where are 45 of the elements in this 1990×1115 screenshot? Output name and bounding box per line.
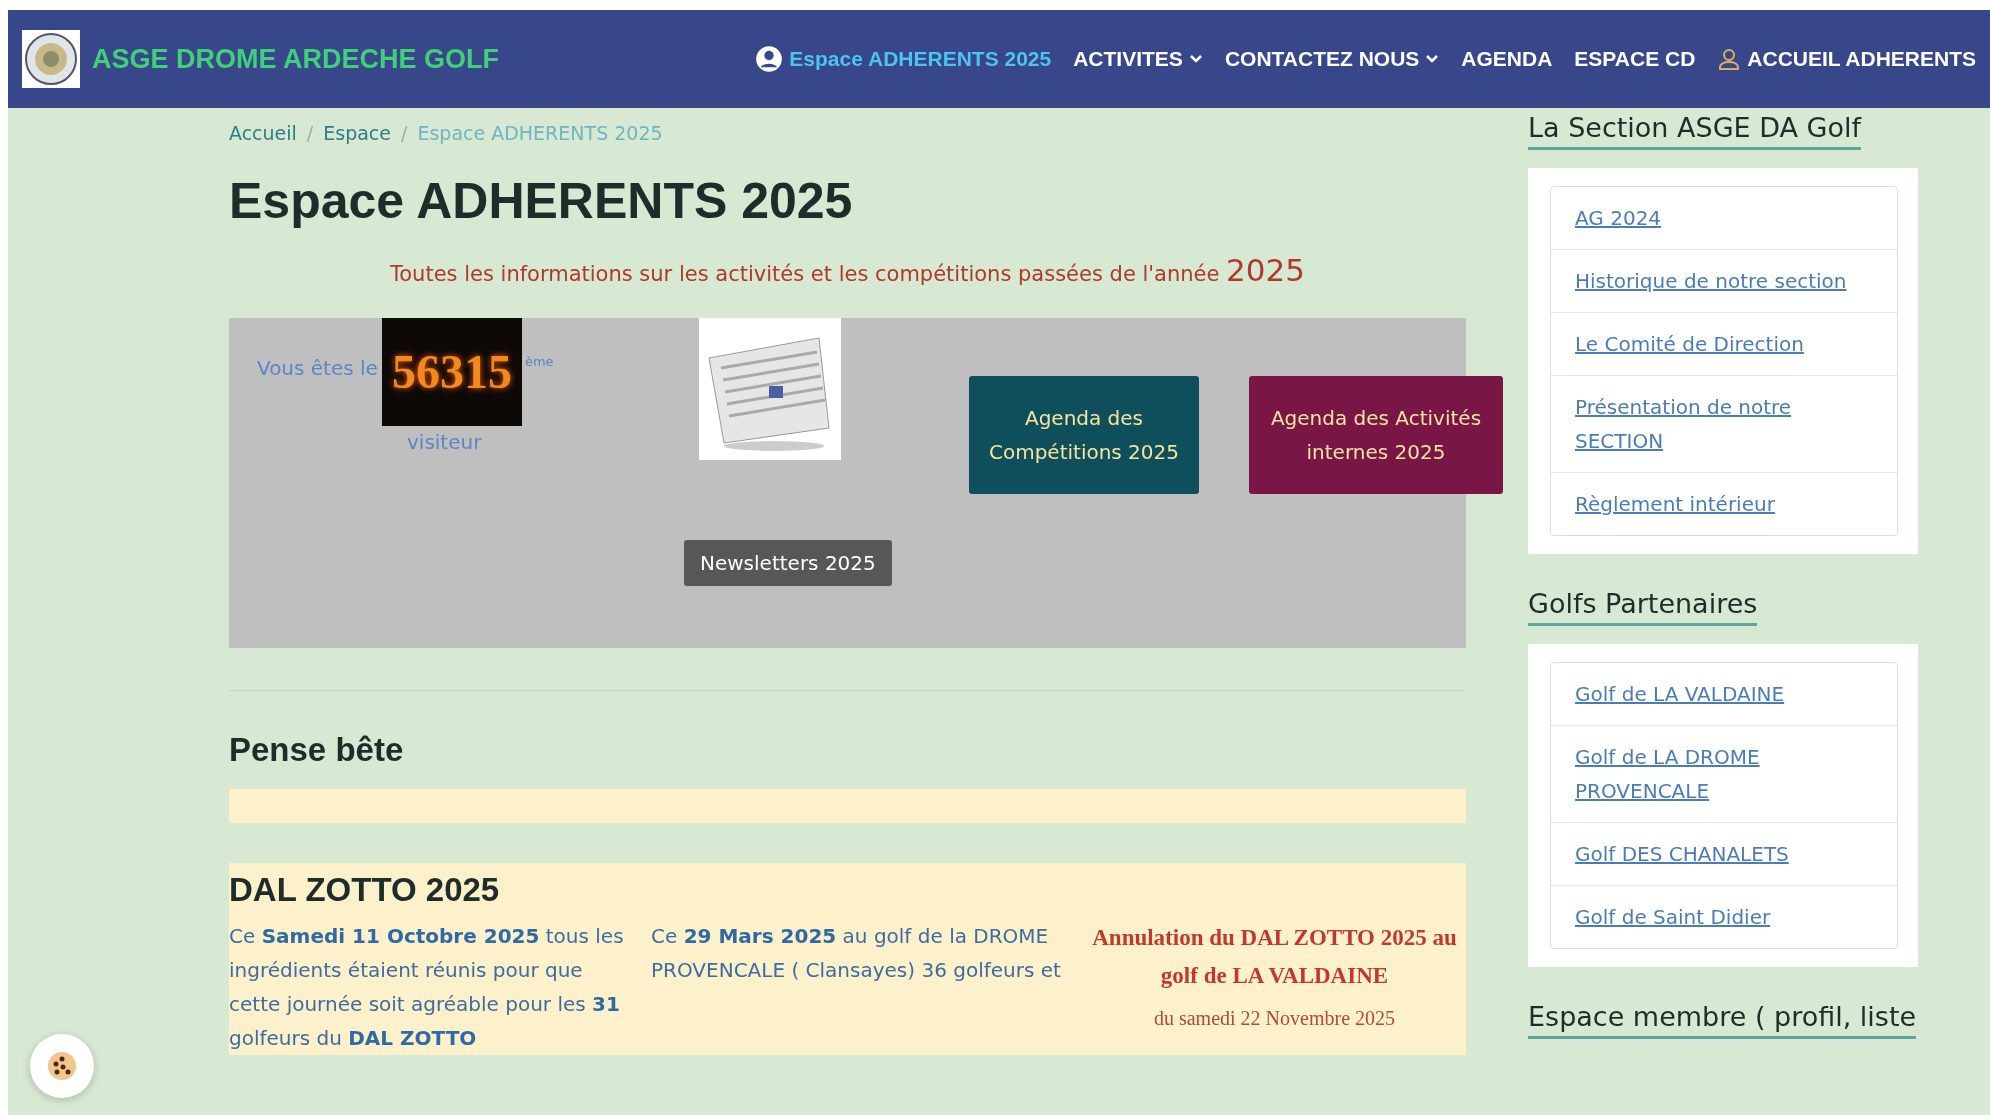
- club-logo[interactable]: [22, 30, 80, 88]
- sidebar-heading: La Section ASGE DA Golf: [1528, 112, 1862, 150]
- sidebar-link[interactable]: Golf DES CHANALETS: [1551, 822, 1897, 885]
- agenda-button[interactable]: Agenda des Compétitions 2025: [969, 376, 1199, 494]
- user-icon: [1717, 46, 1742, 72]
- counter-label: visiteur: [407, 430, 483, 454]
- breadcrumb-link[interactable]: Espace: [323, 122, 391, 144]
- news-paragraph: Ce 29 Mars 2025 au golf de la DROME PROVENCALE ( Clansayes) 36 golfeurs et: [651, 923, 1061, 984]
- newsletters-button[interactable]: Newsletters 2025: [684, 540, 892, 586]
- newspaper-picture[interactable]: [699, 318, 841, 460]
- nav-link[interactable]: ESPACE CD: [1574, 47, 1696, 71]
- sidebar-link[interactable]: Le Comité de Direction: [1551, 312, 1897, 375]
- sidebar-heading: Golfs Partenaires: [1528, 588, 1758, 626]
- nav-link[interactable]: Espace ADHERENTS 2025: [755, 45, 1052, 73]
- user-circle-icon: [755, 45, 784, 73]
- sidebar-link[interactable]: Golf de LA DROME PROVENCALE: [1551, 725, 1897, 822]
- sidebar-link[interactable]: Règlement intérieur: [1551, 472, 1897, 535]
- nav-link[interactable]: ACCUEIL ADHERENTS: [1717, 46, 1976, 72]
- sidebar-link[interactable]: Historique de notre section: [1551, 249, 1897, 312]
- visitor-counter: 56315: [381, 318, 522, 426]
- sidebar-link[interactable]: Présentation de notre SECTION: [1551, 375, 1897, 472]
- chevron-down-icon: [1425, 54, 1440, 64]
- cancellation-date: du samedi 22 Novembre 2025: [1152, 1007, 1397, 1030]
- cookie-icon: [47, 1051, 77, 1081]
- counter-prefix: Vous êtes le: [257, 356, 378, 380]
- chevron-down-icon: [1188, 54, 1203, 64]
- breadcrumb-separator: /: [306, 122, 314, 144]
- sidebar-link[interactable]: Golf de Saint Didier: [1551, 885, 1897, 948]
- nav-link[interactable]: CONTACTEZ NOUS: [1224, 47, 1440, 71]
- page-title: Espace ADHERENTS 2025: [229, 172, 854, 230]
- nav-link[interactable]: AGENDA: [1461, 47, 1553, 71]
- page-subtitle: Toutes les informations sur les activités et les compétitions passées de l'année 2025: [389, 252, 1306, 288]
- counter-suffix: ème: [524, 354, 554, 369]
- cancellation-title: Annulation du DAL ZOTTO 2025 au golf de LA VALDAINE: [1091, 924, 1458, 990]
- breadcrumb-link[interactable]: Accueil: [229, 122, 297, 144]
- section-heading: Pense bête: [229, 731, 405, 769]
- nav-link[interactable]: ACTIVITES: [1073, 47, 1203, 71]
- sidebar-heading: Espace membre ( profil, liste: [1528, 1001, 1917, 1039]
- sidebar-link[interactable]: Golf de LA VALDAINE: [1551, 663, 1897, 725]
- breadcrumb-separator: /: [401, 122, 408, 144]
- sidebar-link[interactable]: AG 2024: [1551, 187, 1897, 249]
- site-title[interactable]: ASGE DROME ARDECHE GOLF: [92, 43, 500, 75]
- news-paragraph: Ce Samedi 11 Octobre 2025 tous les ingrédients étaient réunis pour que cette journée soit agréable pour les 31 golfeurs du DAL ZOTTO: [229, 923, 625, 1052]
- section-heading: DAL ZOTTO 2025: [229, 871, 501, 909]
- agenda-button[interactable]: Agenda des Activités internes 2025: [1249, 376, 1503, 494]
